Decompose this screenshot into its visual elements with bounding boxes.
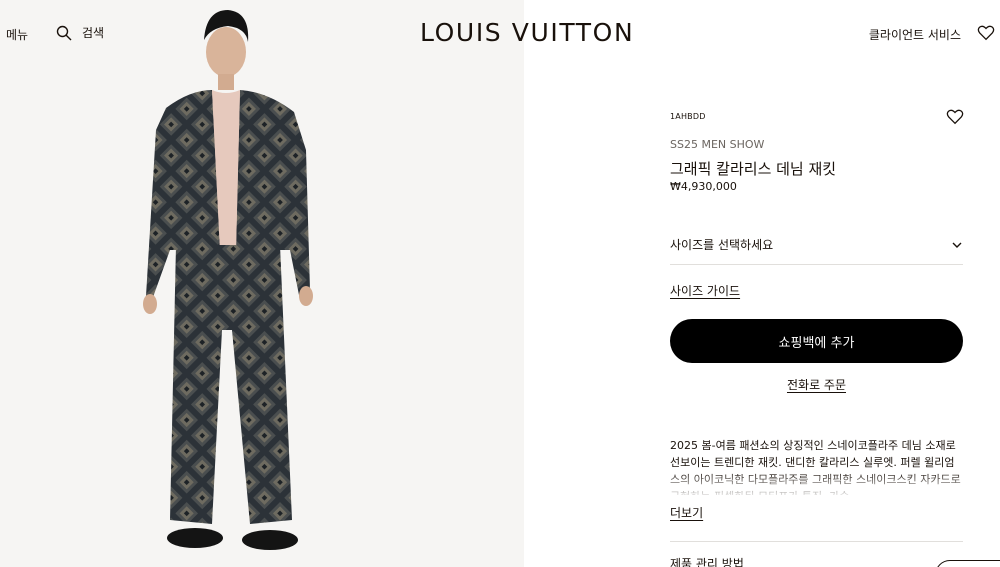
product-image[interactable] — [0, 0, 524, 567]
model-illustration — [143, 10, 313, 550]
product-collection: SS25 MEN SHOW — [670, 138, 765, 151]
care-instructions-link[interactable]: 제품 관리 방법 — [670, 555, 744, 567]
read-more-link[interactable]: 더보기 — [670, 504, 703, 521]
product-price: ₩4,930,000 — [670, 180, 737, 193]
site-header: 메뉴 검색 LOUIS VUITTON 클라이언트 서비스 — [0, 0, 1000, 68]
product-sku: 1AHBDD — [670, 112, 706, 121]
description-fade — [670, 470, 963, 498]
product-name: 그래픽 칼라리스 데님 재킷 — [670, 160, 837, 178]
size-select[interactable]: 사이즈를 선택하세요 — [670, 225, 963, 265]
heart-icon[interactable] — [946, 108, 964, 126]
search-label: 검색 — [82, 26, 105, 40]
add-to-bag-button[interactable]: 쇼핑백에 추가 — [670, 319, 963, 363]
search-icon — [56, 25, 72, 40]
floating-action-button[interactable] — [935, 560, 1000, 567]
phone-order-link[interactable]: 전화로 주문 — [670, 376, 963, 393]
chevron-down-icon — [952, 242, 962, 248]
search-button[interactable]: 검색 — [56, 24, 104, 41]
menu-button[interactable]: 메뉴 — [6, 26, 28, 43]
brand-logo[interactable]: LOUIS VUITTON — [420, 18, 634, 47]
heart-icon[interactable] — [977, 24, 995, 42]
size-guide-link[interactable]: 사이즈 가이드 — [670, 282, 740, 299]
size-select-label: 사이즈를 선택하세요 — [670, 238, 774, 252]
client-service-link[interactable]: 클라이언트 서비스 — [869, 26, 961, 43]
divider — [670, 541, 963, 542]
